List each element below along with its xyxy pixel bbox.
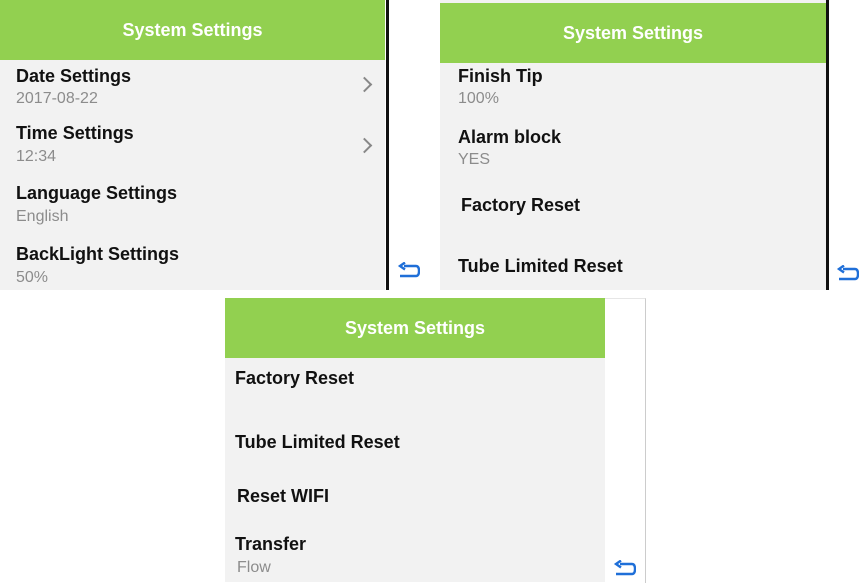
screen-side-panel bbox=[605, 298, 646, 583]
item-label: Factory Reset bbox=[235, 368, 355, 388]
screen-title: System Settings bbox=[0, 0, 385, 60]
screen-divider bbox=[826, 0, 829, 290]
item-value: 100% bbox=[458, 90, 499, 107]
item-value: 2017-08-22 bbox=[16, 90, 98, 107]
back-arrow-icon[interactable] bbox=[835, 265, 859, 283]
item-label: BackLight Settings bbox=[16, 244, 180, 264]
item-value: English bbox=[16, 208, 69, 225]
item-label: Transfer bbox=[235, 534, 307, 554]
language-settings-item[interactable]: Language Settings English bbox=[0, 180, 385, 235]
screen-title: System Settings bbox=[440, 3, 826, 63]
time-settings-item[interactable]: Time Settings 12:34 bbox=[0, 120, 385, 180]
item-label: Alarm block bbox=[458, 127, 562, 147]
item-value: 50% bbox=[16, 269, 49, 286]
reset-wifi-item[interactable]: Reset WIFI bbox=[225, 478, 605, 523]
back-arrow-icon[interactable] bbox=[612, 560, 636, 578]
system-settings-screen-2: System Settings Finish Tip 100% Alarm bl… bbox=[440, 0, 826, 290]
item-label: Tube Limited Reset bbox=[235, 432, 400, 452]
factory-reset-item[interactable]: Factory Reset bbox=[440, 180, 826, 235]
item-label: Factory Reset bbox=[461, 195, 581, 215]
item-value: Flow bbox=[237, 559, 271, 576]
date-settings-item[interactable]: Date Settings 2017-08-22 bbox=[0, 60, 385, 120]
screen-divider bbox=[386, 0, 389, 290]
item-value: YES bbox=[458, 151, 491, 168]
system-settings-screen-1: System Settings Date Settings 2017-08-22… bbox=[0, 0, 385, 290]
system-settings-screen-3: System Settings Factory Reset Tube Limit… bbox=[225, 298, 605, 582]
finish-tip-item[interactable]: Finish Tip 100% bbox=[440, 60, 826, 120]
back-arrow-icon[interactable] bbox=[396, 262, 420, 280]
item-label: Time Settings bbox=[16, 123, 134, 143]
item-label: Tube Limited Reset bbox=[458, 256, 623, 276]
chevron-right-icon bbox=[356, 137, 373, 154]
transfer-item[interactable]: Transfer Flow bbox=[225, 523, 605, 582]
chevron-right-icon bbox=[356, 76, 373, 93]
item-value: 12:34 bbox=[16, 148, 57, 165]
backlight-settings-item[interactable]: BackLight Settings 50% bbox=[0, 235, 385, 290]
item-label: Date Settings bbox=[16, 66, 132, 86]
tube-limited-reset-item[interactable]: Tube Limited Reset bbox=[440, 235, 826, 290]
factory-reset-item[interactable]: Factory Reset bbox=[225, 358, 605, 418]
alarm-block-item[interactable]: Alarm block YES bbox=[440, 120, 826, 180]
item-label: Reset WIFI bbox=[237, 486, 330, 506]
tube-limited-reset-item[interactable]: Tube Limited Reset bbox=[225, 418, 605, 478]
item-label: Language Settings bbox=[16, 183, 178, 203]
screen-title: System Settings bbox=[225, 298, 605, 358]
item-label: Finish Tip bbox=[458, 66, 543, 86]
